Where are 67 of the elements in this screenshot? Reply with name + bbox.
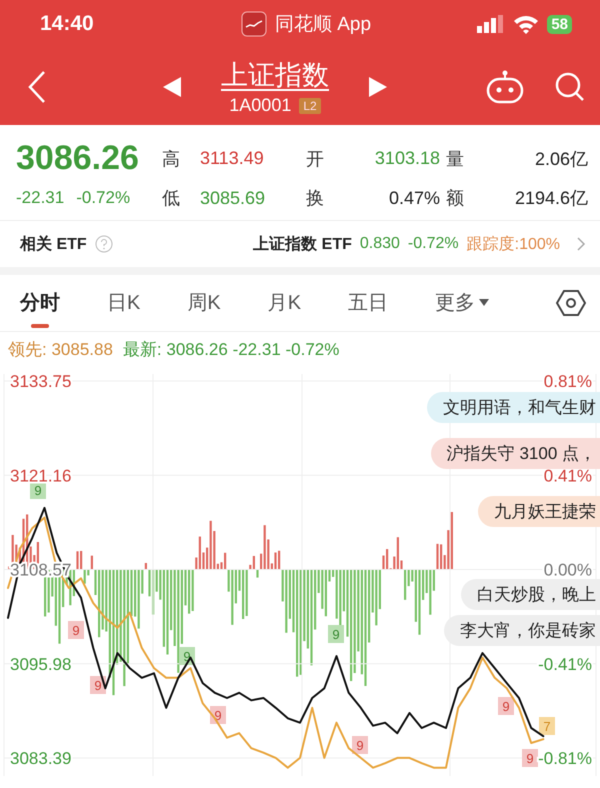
signal-marker: 9 [352,736,368,754]
chart-tab[interactable]: 周K [187,280,221,326]
clock: 14:40 [40,12,95,36]
index-code: 1A0001 [229,95,292,116]
field-label: 高 [162,148,181,170]
legend-reading: 最新: 3086.26 -22.31 -0.72% [122,338,340,360]
signal-marker: 9 [30,481,46,499]
signal-marker: 9 [90,676,106,694]
level-badge: L2 [299,98,321,114]
comment-bubble[interactable]: 沪指失守 3100 点， [430,438,600,469]
field-label: 量 [446,148,465,170]
price-tick: 3083.39 [10,749,72,768]
price-change: -22.31 [16,188,64,208]
signal-icon [477,15,506,33]
field-value: 3085.69 [200,188,266,208]
comment-bubble[interactable]: 白天炒股，晚上 [461,579,600,610]
etf-name[interactable]: 上证指数 ETF [253,234,352,254]
field-value: 2.06亿 [534,148,588,170]
tracking-rate: 跟踪度:100% [466,234,560,254]
field-value: 3103.18 [374,148,440,169]
chart-tab[interactable]: 五日 [348,280,388,326]
chart-tab[interactable]: 月K [268,280,302,326]
chart-tab[interactable]: 分时 [20,280,60,326]
etf-change: -0.72% [408,235,459,253]
etf-label: 相关 ETF [20,234,87,254]
field-label: 开 [306,148,325,170]
percent-tick: 0.00% [544,560,592,580]
legend-reading: 领先: 3085.88 [8,338,113,360]
signal-marker: 9 [328,625,344,643]
field-label: 换 [306,187,325,210]
app-name: 同花顺 App [274,13,372,37]
signal-marker: 9 [498,697,514,715]
more-menu[interactable]: 更多 [435,280,490,326]
percent-tick: 0.41% [544,466,592,486]
search-icon[interactable] [554,70,586,102]
signal-marker: 9 [210,706,226,724]
field-label: 额 [446,187,465,210]
caret-icon [479,298,490,306]
comment-bubble[interactable]: 李大宵，你是砖家 [444,615,600,646]
current-price: 3086.26 [16,139,140,178]
signal-marker: 9 [68,621,84,639]
percent-tick: 0.81% [544,372,592,392]
percent-tick: -0.81% [538,749,592,768]
price-tick: 3095.98 [10,654,72,674]
robot-icon[interactable] [485,70,525,104]
back-icon[interactable] [26,70,48,104]
app-icon [240,11,267,37]
percent-tick: -0.41% [538,654,592,674]
battery-indicator: 58 [547,14,572,34]
field-label: 低 [162,187,181,210]
etf-price: 0.830 [360,235,400,253]
chevron-icon[interactable] [576,236,586,252]
price-tick: 3133.75 [10,372,72,392]
index-title[interactable]: 上证指数 [221,57,329,93]
next-button[interactable] [369,76,387,96]
field-value: 2194.6亿 [514,187,588,210]
comment-bubble[interactable]: 文明用语，和气生财 [427,392,600,423]
comment-bubble[interactable]: 九月妖王捷荣 [478,496,600,527]
chart-tab[interactable]: 日K [107,280,140,326]
signal-marker: 7 [539,717,555,735]
wifi-icon [513,14,540,34]
settings-icon[interactable] [556,288,586,318]
previous-button[interactable] [163,76,181,96]
signal-marker: 9 [522,749,538,767]
field-value: 3113.49 [200,148,265,169]
percent-change: -0.72% [76,188,130,208]
field-value: 0.47% [388,188,440,208]
